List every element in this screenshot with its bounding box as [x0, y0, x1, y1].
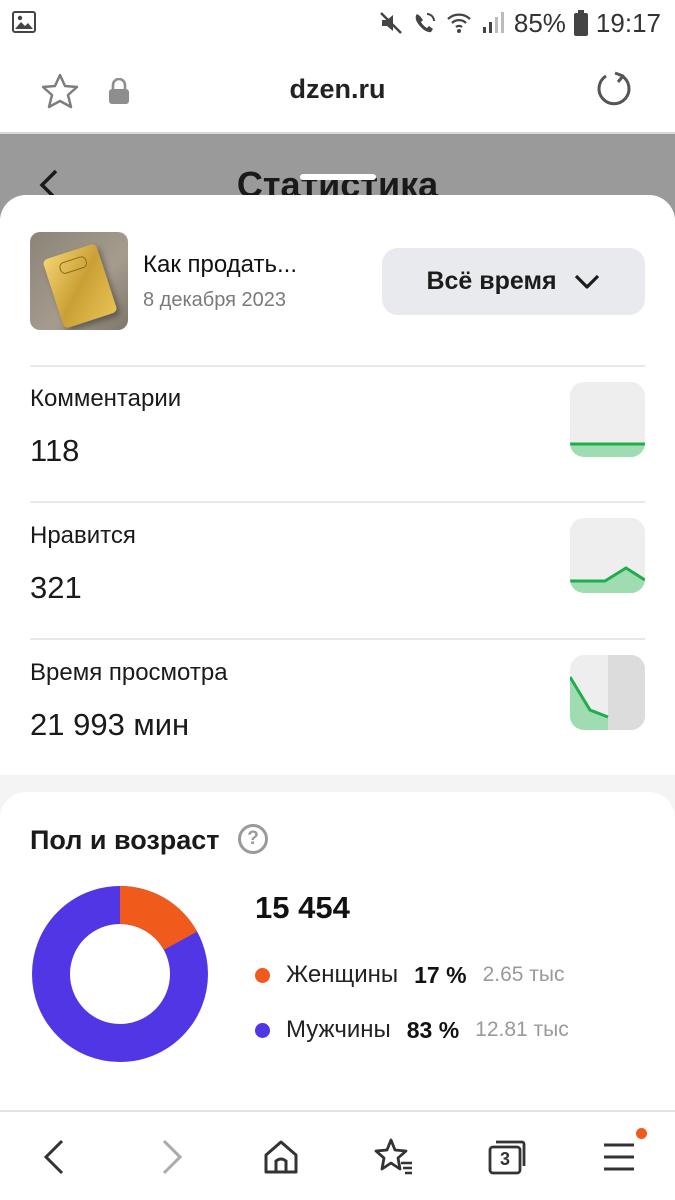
tabs-count: 3	[499, 1149, 510, 1169]
menu-notification-dot	[636, 1128, 647, 1139]
legend-dot-women	[255, 967, 270, 983]
home-icon[interactable]	[260, 1136, 302, 1178]
publication-thumbnail	[30, 232, 128, 330]
reload-icon[interactable]	[595, 70, 633, 108]
browser-bottom-nav: 3	[0, 1110, 675, 1200]
publication-title[interactable]: Как продать...	[143, 251, 297, 279]
metric-label-likes: Нравится	[30, 522, 136, 549]
period-select-button[interactable]: Всё время	[382, 248, 645, 315]
nav-back-icon[interactable]	[34, 1136, 76, 1178]
wifi-icon	[447, 13, 471, 33]
metric-value-comments: 118	[30, 433, 80, 468]
legend-name: Женщины	[286, 961, 399, 988]
audience-total: 15 454	[255, 890, 350, 925]
divider	[30, 638, 645, 640]
publication-date: 8 декабря 2023	[143, 289, 287, 311]
legend-percent: 17 %	[414, 961, 467, 988]
nav-forward-icon[interactable]	[150, 1136, 192, 1178]
clock: 19:17	[595, 7, 661, 38]
mute-icon	[379, 12, 402, 34]
gallery-icon	[12, 11, 36, 33]
url-bar: dzen.ru	[0, 46, 675, 134]
divider	[30, 501, 645, 503]
legend-percent: 83 %	[406, 1016, 460, 1043]
sparkline-likes[interactable]	[570, 518, 645, 593]
legend-row-men: Мужчины 83 % 12.81 тыс	[255, 1014, 569, 1046]
metric-value-watch-time: 21 993 мин	[30, 707, 190, 742]
card-title: Пол и возраст	[30, 825, 220, 855]
metric-value-likes: 321	[30, 570, 82, 605]
statistics-sheet: Как продать... 8 декабря 2023 Всё время …	[0, 195, 675, 1110]
signal-icon	[482, 12, 504, 33]
legend-row-women: Женщины 17 % 2.65 тыс	[255, 959, 564, 991]
publication-stats-panel: Как продать... 8 декабря 2023 Всё время …	[0, 195, 675, 775]
metric-label-comments: Комментарии	[30, 385, 182, 412]
sheet-drag-handle[interactable]	[300, 174, 376, 180]
sparkline-watch-time[interactable]	[570, 655, 645, 730]
metric-label-watch-time: Время просмотра	[30, 659, 228, 686]
battery-percent: 85%	[513, 7, 566, 38]
help-icon[interactable]: ?	[238, 824, 268, 854]
menu-icon[interactable]	[598, 1136, 640, 1178]
chevron-down-icon	[574, 274, 599, 289]
tabs-icon[interactable]: 3	[486, 1136, 528, 1178]
wifi-call-icon	[415, 13, 435, 33]
gender-age-card: Пол и возраст ? 15 454 Женщины 17 % 2.65…	[0, 792, 675, 1110]
divider	[30, 365, 645, 367]
sparkline-comments[interactable]	[570, 382, 645, 457]
battery-icon	[573, 10, 588, 36]
status-bar: 85% 19:17	[0, 0, 675, 46]
legend-absolute: 2.65 тыс	[482, 963, 565, 986]
bookmarks-icon[interactable]	[373, 1136, 415, 1178]
legend-absolute: 12.81 тыс	[475, 1018, 569, 1041]
gold-bar-image	[42, 243, 118, 329]
url-text[interactable]: dzen.ru	[0, 74, 675, 105]
legend-name: Мужчины	[286, 1016, 391, 1043]
legend-dot-men	[255, 1022, 270, 1038]
period-label: Всё время	[426, 267, 557, 295]
gender-donut-chart	[32, 886, 208, 1062]
